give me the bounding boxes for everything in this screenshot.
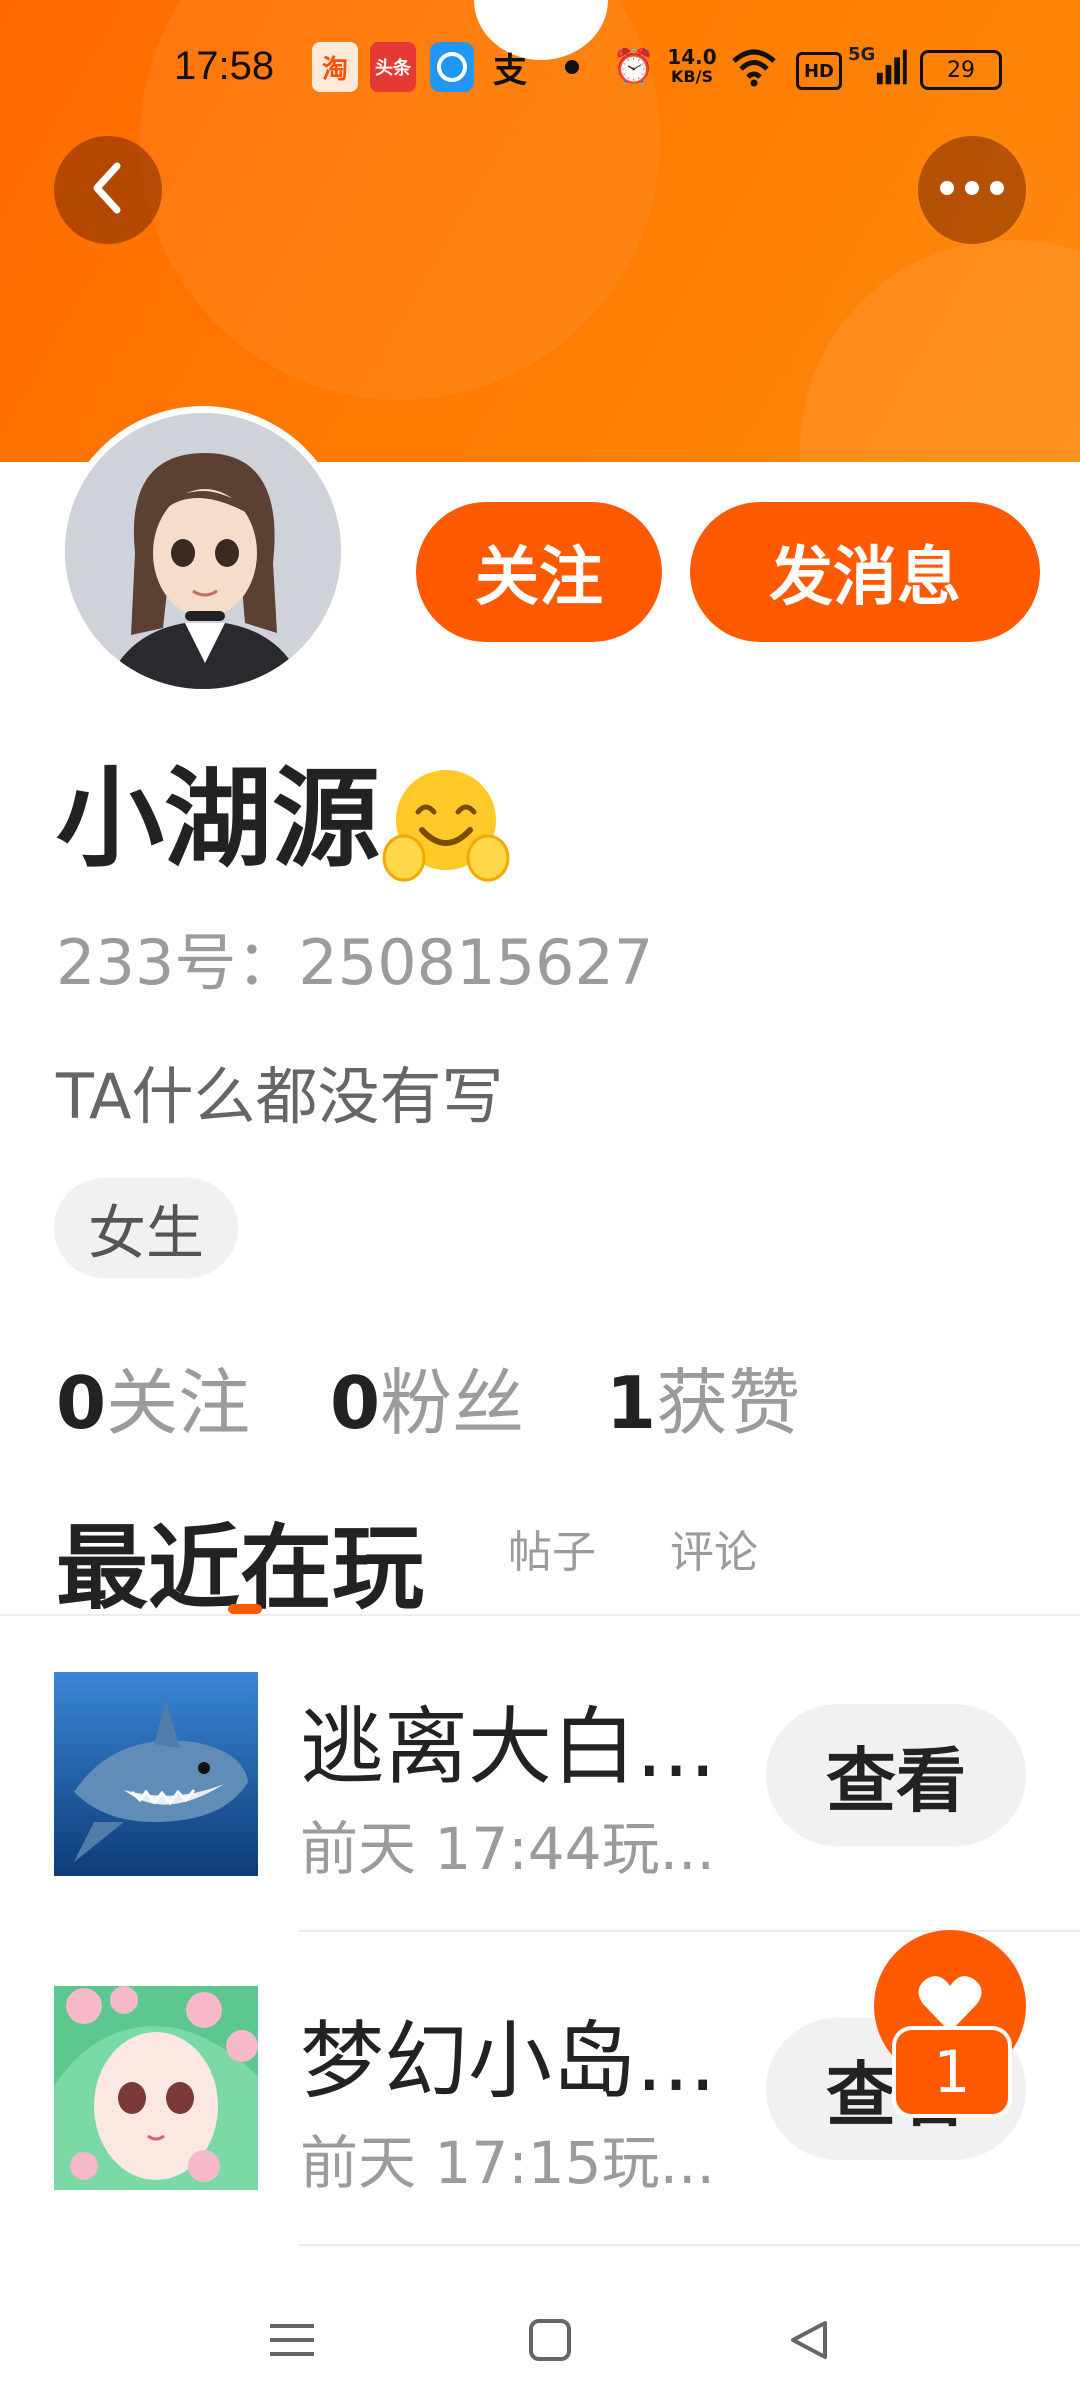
browser-app-icon bbox=[430, 42, 474, 92]
hd-icon: HD bbox=[796, 52, 842, 90]
view-game-button[interactable]: 查看 bbox=[766, 1704, 1026, 1846]
alarm-icon: ⏰ bbox=[612, 47, 656, 87]
signal-icon: 5G bbox=[848, 42, 908, 92]
chevron-left-icon bbox=[85, 158, 131, 222]
game-last-played: 前天 17:44玩... bbox=[300, 1815, 715, 1883]
hugging-face-emoji-icon bbox=[382, 766, 510, 884]
likes-stat[interactable]: 1获赞 bbox=[606, 1344, 800, 1449]
network-speed-value: 14.0 bbox=[667, 45, 717, 69]
system-navigation-bar bbox=[0, 2260, 1080, 2400]
more-options-button[interactable] bbox=[918, 136, 1026, 244]
battery-indicator: 29 bbox=[920, 50, 1002, 90]
network-speed-unit: KB/S bbox=[671, 67, 713, 86]
taobao-app-icon: 淘 bbox=[312, 42, 358, 92]
status-bar: 17:58 淘 头条 支 ⏰ 14.0 KB/S HD 5G 29 bbox=[0, 36, 1080, 106]
toutiao-app-icon: 头条 bbox=[370, 42, 416, 92]
row-divider bbox=[298, 2244, 1080, 2246]
menu-icon[interactable] bbox=[252, 2300, 332, 2380]
game-title[interactable]: 梦幻小岛... bbox=[300, 1994, 716, 2115]
tab-posts[interactable]: 帖子 bbox=[508, 1516, 596, 1580]
tabs-divider bbox=[0, 1614, 1080, 1616]
network-speed: 14.0 KB/S bbox=[664, 42, 720, 92]
fans-stat[interactable]: 0粉丝 bbox=[330, 1344, 524, 1449]
triangle-back-icon[interactable] bbox=[768, 2300, 848, 2380]
back-button[interactable] bbox=[54, 136, 162, 244]
fans-label: 粉丝 bbox=[380, 1361, 525, 1445]
game-title[interactable]: 逃离大白... bbox=[300, 1680, 716, 1801]
tab-comments[interactable]: 评论 bbox=[670, 1516, 758, 1580]
profile-name: 小湖源 bbox=[56, 757, 381, 882]
send-message-button[interactable]: 发消息 bbox=[690, 502, 1040, 642]
follow-button[interactable]: 关注 bbox=[416, 502, 662, 642]
active-tab-indicator bbox=[228, 1604, 262, 1614]
like-count-badge: 1 bbox=[892, 2026, 1012, 2118]
following-stat[interactable]: 0关注 bbox=[56, 1344, 250, 1449]
game-thumbnail-shark[interactable] bbox=[54, 1672, 258, 1876]
likes-count: 1 bbox=[606, 1361, 657, 1445]
user-bio: TA什么都没有写 bbox=[56, 1060, 504, 1133]
status-time: 17:58 bbox=[174, 44, 275, 88]
signal-label: 5G bbox=[848, 44, 876, 65]
alipay-app-icon: 支 bbox=[493, 50, 527, 91]
game-thumbnail-island[interactable] bbox=[54, 1986, 258, 2190]
fans-count: 0 bbox=[330, 1361, 381, 1445]
following-count: 0 bbox=[56, 1361, 107, 1445]
battery-level: 29 bbox=[947, 57, 975, 83]
avatar[interactable] bbox=[65, 413, 341, 689]
wifi-icon bbox=[730, 42, 778, 92]
following-label: 关注 bbox=[106, 1361, 251, 1445]
notification-dot-icon bbox=[565, 60, 579, 74]
game-last-played: 前天 17:15玩... bbox=[300, 2129, 715, 2197]
gender-tag: 女生 bbox=[54, 1178, 238, 1278]
more-horizontal-icon bbox=[937, 178, 1007, 202]
avatar-frame bbox=[58, 406, 348, 696]
square-home-icon[interactable] bbox=[510, 2300, 590, 2380]
likes-label: 获赞 bbox=[656, 1361, 801, 1445]
user-id: 233号：250815627 bbox=[56, 926, 654, 999]
